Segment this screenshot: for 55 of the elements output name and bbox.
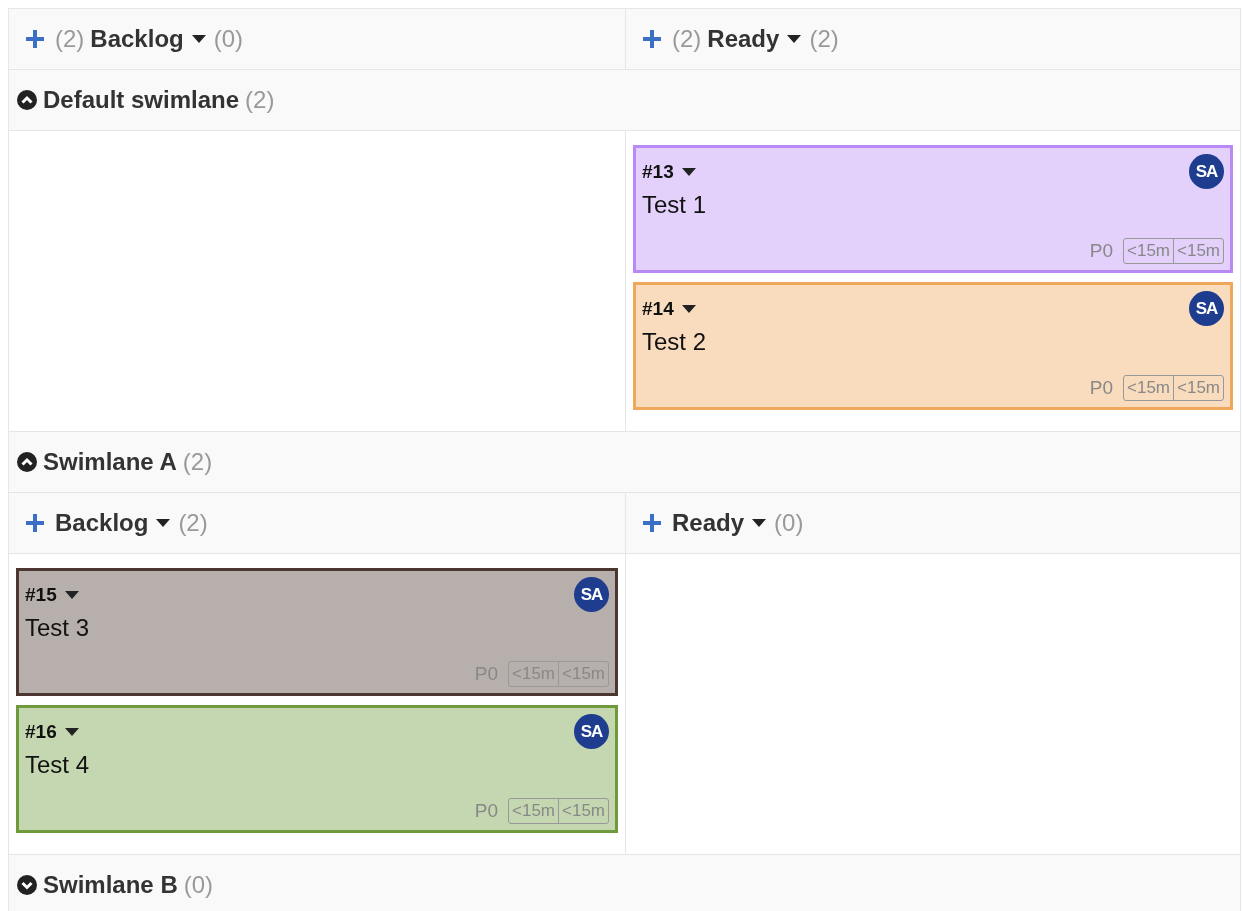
task-title[interactable]: Test 4 — [25, 751, 609, 779]
column-title[interactable]: Ready — [707, 25, 780, 53]
collapse-icon[interactable] — [17, 452, 37, 472]
task-title[interactable]: Test 1 — [642, 191, 1224, 219]
card-count: (0) — [774, 509, 804, 537]
plus-icon[interactable] — [642, 513, 662, 533]
card-count: (2) — [178, 509, 208, 537]
priority-label: P0 — [474, 800, 498, 822]
time-estimated: <15m — [1126, 377, 1171, 399]
time-estimated: <15m — [1126, 240, 1171, 262]
task-title[interactable]: Test 2 — [642, 328, 1224, 356]
card-count: (2) — [809, 25, 839, 53]
avatar: SA — [1189, 154, 1224, 189]
time-spent: <15m — [558, 799, 608, 823]
caret-icon[interactable] — [64, 727, 79, 736]
task-id[interactable]: #14 — [642, 297, 674, 320]
swimlane-count: (2) — [245, 86, 275, 114]
task-id[interactable]: #16 — [25, 720, 57, 743]
caret-icon[interactable] — [156, 519, 171, 527]
time-spent: <15m — [1173, 239, 1223, 263]
task-id[interactable]: #15 — [25, 583, 57, 606]
expand-icon[interactable] — [17, 875, 37, 895]
avatar: SA — [574, 577, 609, 612]
collapse-icon[interactable] — [17, 90, 37, 110]
task-count: (2) — [55, 25, 85, 53]
plus-icon[interactable] — [25, 513, 45, 533]
task-title[interactable]: Test 3 — [25, 614, 609, 642]
avatar: SA — [574, 714, 609, 749]
caret-icon[interactable] — [191, 35, 206, 43]
time-spent: <15m — [1173, 376, 1223, 400]
task-count: (2) — [672, 25, 702, 53]
task-card[interactable]: #14 SA Test 2 P0 <15m <15m — [633, 282, 1233, 410]
column-title[interactable]: Ready — [672, 509, 745, 537]
priority-label: P0 — [1089, 240, 1113, 262]
swimlane-title[interactable]: Default swimlane — [43, 86, 240, 114]
swimlane-title[interactable]: Swimlane B — [43, 871, 178, 899]
swimlane-count: (2) — [182, 448, 213, 476]
priority-label: P0 — [1089, 377, 1113, 399]
column-title[interactable]: Backlog — [90, 25, 184, 53]
task-id[interactable]: #13 — [642, 160, 674, 183]
time-estimated: <15m — [511, 800, 556, 822]
task-card[interactable]: #13 SA Test 1 P0 <15m <15m — [633, 145, 1233, 273]
plus-icon[interactable] — [25, 29, 45, 49]
swimlane-title[interactable]: Swimlane A — [43, 448, 177, 476]
card-count: (0) — [213, 25, 244, 53]
caret-icon[interactable] — [64, 590, 79, 599]
swimlane-count: (0) — [183, 871, 214, 899]
caret-icon[interactable] — [787, 35, 802, 43]
avatar: SA — [1189, 291, 1224, 326]
plus-icon[interactable] — [642, 29, 662, 49]
caret-icon[interactable] — [681, 167, 696, 176]
column-title[interactable]: Backlog — [55, 509, 149, 537]
caret-icon[interactable] — [752, 519, 767, 527]
task-card[interactable]: #16 SA Test 4 P0 <15m <15m — [16, 705, 618, 833]
caret-icon[interactable] — [681, 304, 696, 313]
